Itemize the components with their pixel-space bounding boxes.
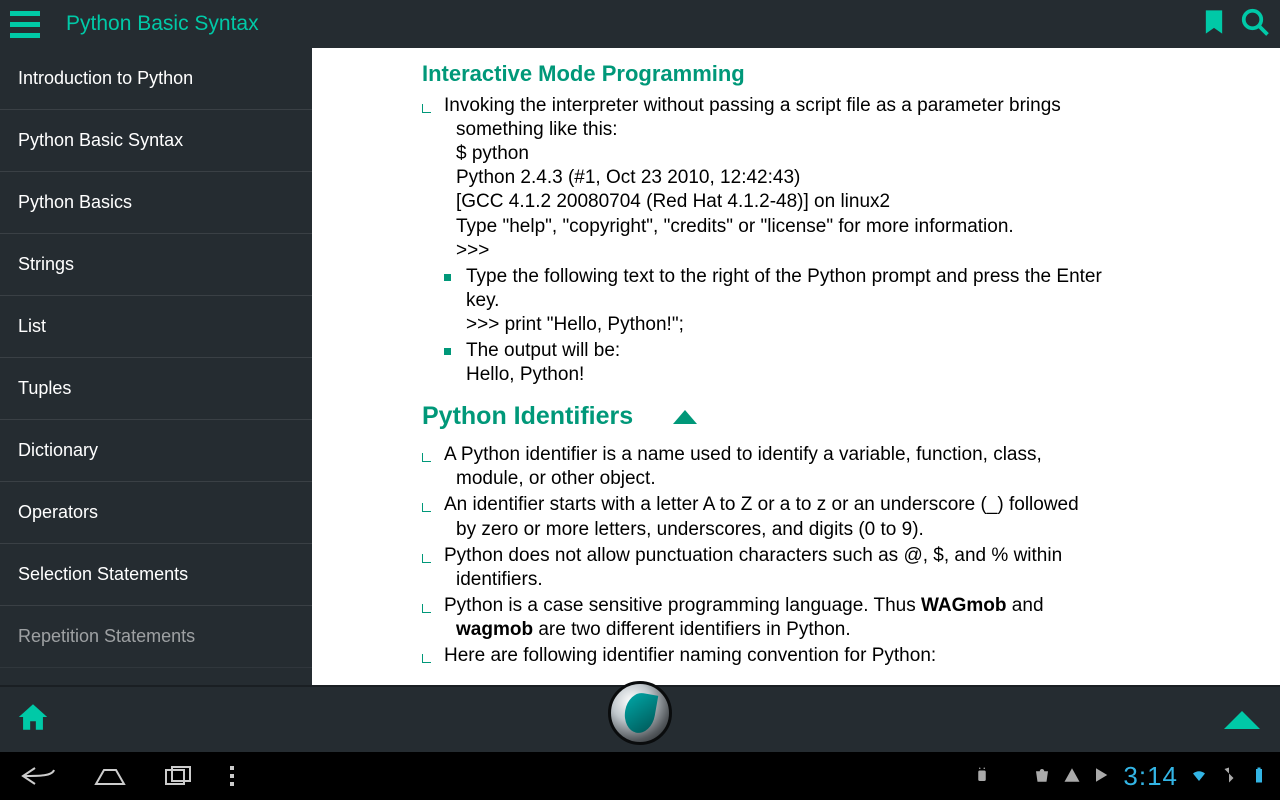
sidebar-item-basics[interactable]: Python Basics: [0, 172, 312, 234]
list-item: Type the following text to the right of …: [422, 265, 1250, 337]
status-area[interactable]: 3:14: [973, 761, 1268, 792]
menu-icon[interactable]: [10, 6, 46, 42]
sidebar-item-selection[interactable]: Selection Statements: [0, 544, 312, 606]
battery-icon: [1250, 766, 1268, 787]
bullet-icon: [422, 493, 436, 541]
recent-apps-button[interactable]: [152, 760, 208, 792]
content-text: Type the following text to the right of …: [466, 265, 1250, 289]
app-logo-icon: [622, 691, 658, 736]
content-text: module, or other object.: [444, 467, 1250, 491]
bullet-icon: [422, 644, 436, 668]
content-text: >>> print "Hello, Python!";: [466, 313, 1250, 337]
collapse-icon[interactable]: [673, 410, 697, 424]
app-bottom-bar: [0, 685, 1280, 752]
content-text: A Python identifier is a name used to id…: [444, 443, 1250, 467]
bookmark-icon[interactable]: [1200, 8, 1228, 41]
section-title-interactive: Interactive Mode Programming: [422, 60, 1250, 88]
content-text: Type "help", "copyright", "credits" or "…: [444, 215, 1250, 239]
sidebar: Introduction to Python Python Basic Synt…: [0, 48, 312, 685]
play-store-icon: [1093, 766, 1111, 787]
content-text: Python is a case sensitive programming l…: [444, 594, 1250, 618]
content-text: something like this:: [444, 118, 1250, 142]
bluetooth-icon: [1220, 766, 1238, 787]
usb-icon: [1003, 766, 1021, 787]
sidebar-item-tuples[interactable]: Tuples: [0, 358, 312, 420]
app-logo-button[interactable]: [608, 681, 672, 745]
bullet-icon: [422, 544, 436, 592]
sidebar-item-dictionary[interactable]: Dictionary: [0, 420, 312, 482]
content-text: An identifier starts with a letter A to …: [444, 493, 1250, 517]
bullet-icon: [422, 94, 436, 263]
home-icon[interactable]: [16, 700, 50, 739]
bullet-icon: [422, 594, 436, 642]
android-navigation-bar: 3:14: [0, 752, 1280, 800]
content-text: Hello, Python!: [466, 363, 1250, 387]
app-header: Python Basic Syntax: [0, 0, 1280, 48]
bullet-icon: [422, 443, 436, 491]
content-text: [GCC 4.1.2 20080704 (Red Hat 4.1.2-48)] …: [444, 190, 1250, 214]
content-area[interactable]: Interactive Mode Programming Invoking th…: [312, 48, 1280, 685]
sidebar-item-basic-syntax[interactable]: Python Basic Syntax: [0, 110, 312, 172]
list-item: An identifier starts with a letter A to …: [422, 493, 1250, 541]
search-icon[interactable]: [1240, 7, 1270, 42]
content-text: wagmob are two different identifiers in …: [444, 618, 1250, 642]
list-item: A Python identifier is a name used to id…: [422, 443, 1250, 491]
back-button[interactable]: [12, 760, 68, 792]
content-text: identifiers.: [444, 568, 1250, 592]
list-item: Python is a case sensitive programming l…: [422, 594, 1250, 642]
shopping-bag-icon: [1033, 766, 1051, 787]
content-text: Python 2.4.3 (#1, Oct 23 2010, 12:42:43): [444, 166, 1250, 190]
expand-up-icon[interactable]: [1224, 711, 1260, 729]
bullet-icon: [444, 265, 458, 337]
section-title-label: Python Identifiers: [422, 401, 633, 433]
android-debug-icon: [973, 766, 991, 787]
content-text: Python does not allow punctuation charac…: [444, 544, 1250, 568]
bullet-icon: [444, 339, 458, 387]
home-button[interactable]: [82, 760, 138, 792]
content-text: by zero or more letters, underscores, an…: [444, 518, 1250, 542]
sidebar-item-operators[interactable]: Operators: [0, 482, 312, 544]
sidebar-item-list[interactable]: List: [0, 296, 312, 358]
list-item: The output will be: Hello, Python!: [422, 339, 1250, 387]
wifi-icon: [1190, 766, 1208, 787]
section-title-identifiers[interactable]: Python Identifiers: [422, 401, 1250, 433]
warning-icon: [1063, 766, 1081, 787]
content-text: key.: [466, 289, 1250, 313]
content-text: $ python: [444, 142, 1250, 166]
content-text: Here are following identifier naming con…: [444, 644, 1250, 668]
list-item: Python does not allow punctuation charac…: [422, 544, 1250, 592]
sidebar-item-repetition[interactable]: Repetition Statements: [0, 606, 312, 668]
list-item: Here are following identifier naming con…: [422, 644, 1250, 668]
sidebar-item-introduction[interactable]: Introduction to Python: [0, 48, 312, 110]
content-text: The output will be:: [466, 339, 1250, 363]
page-title: Python Basic Syntax: [66, 12, 259, 36]
list-item: Invoking the interpreter without passing…: [422, 94, 1250, 263]
sidebar-item-strings[interactable]: Strings: [0, 234, 312, 296]
content-text: >>>: [444, 239, 1250, 263]
overflow-menu-icon[interactable]: [230, 766, 234, 786]
content-text: Invoking the interpreter without passing…: [444, 94, 1250, 118]
clock: 3:14: [1123, 761, 1178, 792]
